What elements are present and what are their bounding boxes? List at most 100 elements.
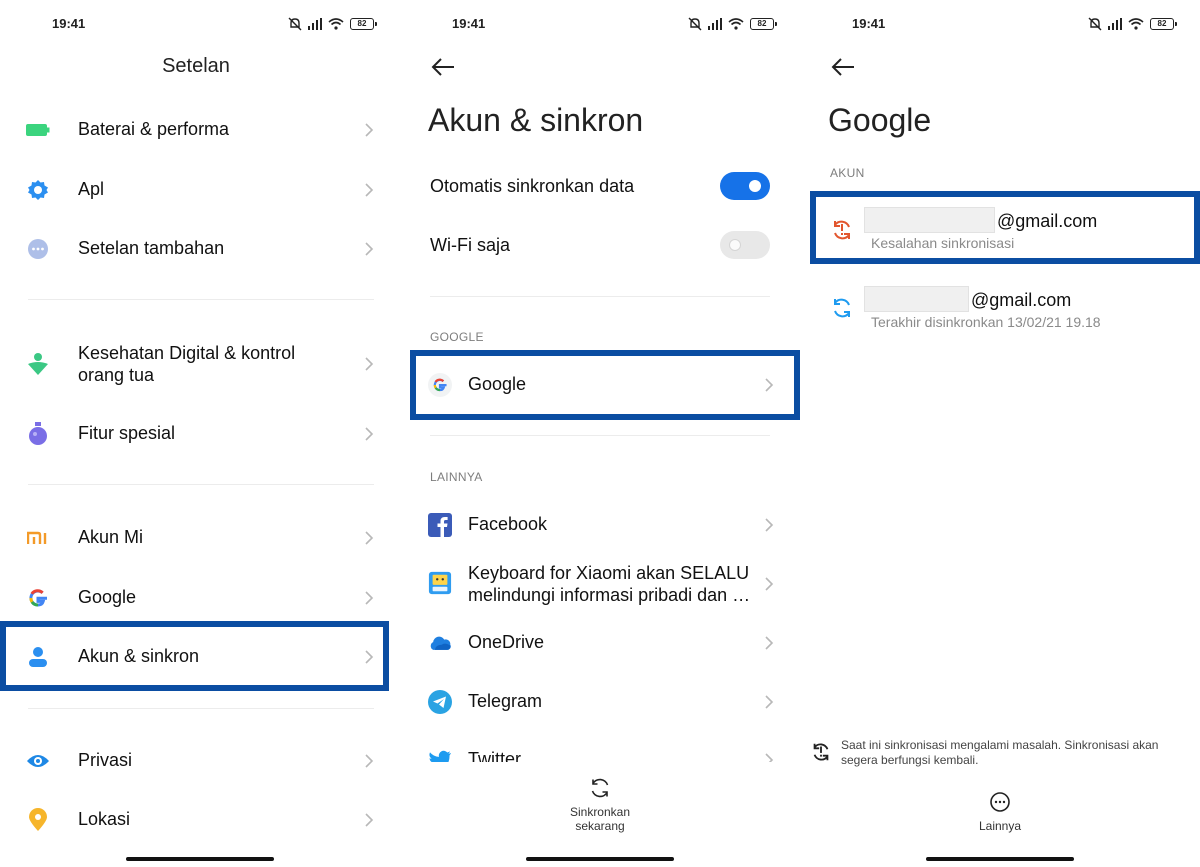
back-arrow-icon[interactable]: [830, 56, 856, 78]
settings-item-battery[interactable]: Baterai & performa: [0, 118, 400, 142]
home-indicator[interactable]: [526, 857, 674, 861]
telegram-icon: [428, 690, 452, 714]
page-title: Setelan: [162, 55, 230, 77]
account-item-synced[interactable]: @gmail.com Terakhir disinkronkan 13/02/2…: [800, 286, 1200, 332]
chevron-right-icon: [365, 427, 374, 441]
status-time: 19:41: [452, 16, 486, 31]
settings-screen: 19:41 82 Setelan Baterai & performa Apl …: [0, 0, 400, 867]
auto-sync-label: Otomatis sinkronkan data: [430, 176, 635, 196]
wifi-icon: [1128, 18, 1144, 30]
settings-item-special-features[interactable]: Fitur spesial: [0, 422, 400, 446]
section-header-other: LAINNYA: [430, 470, 483, 484]
sync-error-icon: [813, 743, 829, 761]
settings-item-mi-account[interactable]: Akun Mi: [0, 526, 400, 550]
redacted-email: [864, 286, 969, 312]
section-header-google: GOOGLE: [430, 330, 484, 344]
settings-item-additional[interactable]: Setelan tambahan: [0, 237, 400, 261]
settings-item-label: Google: [78, 587, 137, 607]
status-time: 19:41: [852, 16, 886, 31]
auto-sync-toggle[interactable]: [720, 172, 770, 200]
battery-indicator: 82: [750, 18, 777, 30]
chevron-right-icon: [765, 378, 774, 392]
account-item-twitter[interactable]: Twitter: [400, 748, 800, 762]
chevron-right-icon: [365, 531, 374, 545]
wifi-icon: [328, 18, 344, 30]
wifi-only-row[interactable]: Wi-Fi saja: [400, 231, 800, 259]
account-email: @gmail.com: [997, 211, 1098, 231]
sync-icon: [834, 298, 850, 318]
chevron-right-icon: [365, 813, 374, 827]
battery-indicator: 82: [350, 18, 377, 30]
chevron-right-icon: [365, 591, 374, 605]
chevron-right-icon: [365, 357, 374, 371]
settings-item-label: Baterai & performa: [78, 119, 230, 139]
settings-item-google[interactable]: Google: [0, 586, 400, 610]
battery-icon: [26, 118, 50, 142]
page-title: Google: [828, 102, 932, 138]
settings-item-label: Apl: [78, 179, 105, 199]
account-item-error[interactable]: @gmail.com Kesalahan sinkronisasi: [800, 207, 1200, 253]
settings-item-apps[interactable]: Apl: [0, 178, 400, 202]
google-accounts-screen: 19:41 82 Google AKUN @gmail.com Kesalaha…: [800, 0, 1200, 867]
chevron-right-icon: [765, 753, 774, 762]
settings-item-location[interactable]: Lokasi: [0, 808, 400, 832]
more-dots-icon: [26, 237, 50, 261]
signal-icon: [1108, 18, 1122, 30]
screenshot-collage: 19:41 82 Setelan Baterai & performa Apl …: [0, 0, 1200, 867]
account-status: Kesalahan sinkronisasi: [871, 235, 1015, 251]
account-email: @gmail.com: [971, 290, 1072, 310]
back-arrow-icon[interactable]: [430, 56, 456, 78]
keyboard-icon: [428, 571, 452, 595]
list-clip: Twitter: [400, 740, 800, 762]
chevron-right-icon: [365, 650, 374, 664]
account-item-onedrive[interactable]: OneDrive: [400, 631, 800, 655]
account-item-label: Keyboard for Xiaomi akan SELALU melindun…: [468, 563, 751, 605]
more-label: Lainnya: [978, 819, 1022, 833]
google-g-icon: [428, 373, 452, 397]
settings-item-label: Setelan tambahan: [78, 238, 225, 258]
account-item-label: OneDrive: [468, 632, 545, 652]
account-item-facebook[interactable]: Facebook: [400, 513, 800, 537]
settings-item-accounts-sync[interactable]: Akun & sinkron: [0, 645, 400, 669]
settings-item-label: Akun & sinkron: [78, 646, 200, 666]
page-title: Akun & sinkron: [428, 102, 644, 138]
account-status: Terakhir disinkronkan 13/02/21 19.18: [871, 314, 1101, 330]
account-item-telegram[interactable]: Telegram: [400, 690, 800, 714]
location-pin-icon: [26, 808, 50, 832]
divider: [28, 708, 374, 709]
home-indicator[interactable]: [126, 857, 274, 861]
settings-item-privacy[interactable]: Privasi: [0, 749, 400, 773]
muted-bell-icon: [688, 17, 702, 31]
google-account-item[interactable]: Google: [400, 373, 800, 397]
status-icons: 82: [1088, 14, 1177, 34]
settings-item-label: Privasi: [78, 750, 133, 770]
notice-text: Saat ini sinkronisasi mengalami masalah.…: [841, 738, 1159, 767]
person-icon: [26, 645, 50, 669]
account-item-label: Twitter: [468, 749, 522, 762]
chevron-right-icon: [765, 518, 774, 532]
auto-sync-row[interactable]: Otomatis sinkronkan data: [400, 172, 800, 200]
sync-now-button[interactable]: Sinkronkan sekarang: [400, 777, 800, 833]
more-button[interactable]: Lainnya: [800, 791, 1200, 833]
signal-icon: [308, 18, 322, 30]
status-icons: 82: [288, 14, 377, 34]
onedrive-icon: [428, 631, 452, 655]
settings-item-digital-wellbeing[interactable]: Kesehatan Digital & kontrol orang tua: [0, 342, 400, 386]
wifi-only-toggle[interactable]: [720, 231, 770, 259]
eye-icon: [26, 749, 50, 773]
divider: [28, 299, 374, 300]
special-features-icon: [26, 422, 50, 446]
divider: [430, 435, 770, 436]
settings-item-label: Lokasi: [78, 809, 131, 829]
muted-bell-icon: [288, 17, 302, 31]
section-header-accounts: AKUN: [830, 166, 865, 180]
google-g-icon: [26, 586, 50, 610]
google-label: Google: [468, 374, 527, 394]
account-item-keyboard[interactable]: Keyboard for Xiaomi akan SELALU melindun…: [400, 562, 800, 606]
facebook-icon: [428, 513, 452, 537]
gear-icon: [26, 178, 50, 202]
sync-now-label: Sinkronkan sekarang: [569, 805, 631, 833]
home-indicator[interactable]: [926, 857, 1074, 861]
mi-logo-icon: [26, 526, 50, 550]
chevron-right-icon: [765, 636, 774, 650]
